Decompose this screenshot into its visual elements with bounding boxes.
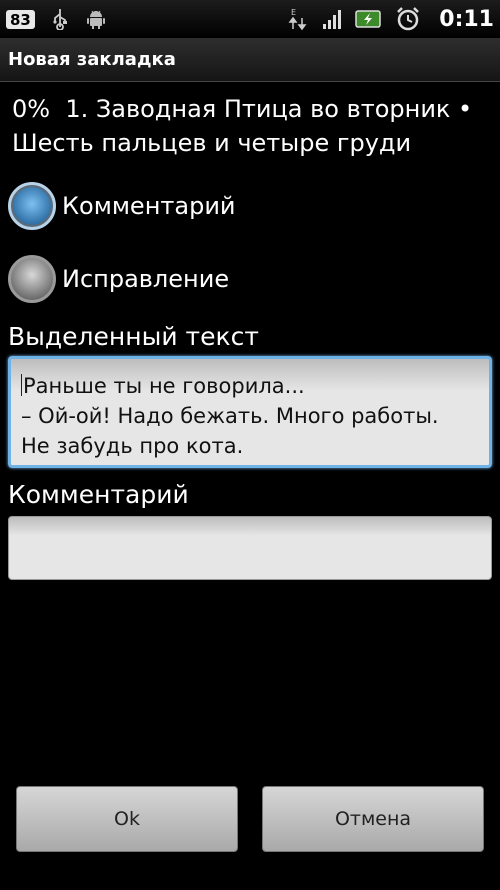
bookmark-header-line-1: 0% 1. Заводная Птица во вторник •: [12, 95, 473, 123]
radio-correction[interactable]: Исправление: [8, 255, 229, 303]
comment-label: Комментарий: [8, 480, 189, 509]
selected-text-line-1: Раньше ты не говорила...: [21, 374, 305, 398]
battery-icon: [355, 8, 383, 30]
android-icon: [85, 8, 107, 30]
radio-correction-label: Исправление: [62, 265, 230, 293]
ok-button[interactable]: Ok: [16, 786, 238, 852]
comment-input[interactable]: [8, 516, 492, 580]
status-clock: 0:11: [439, 6, 494, 32]
notification-count-badge: 83: [6, 9, 35, 29]
selected-text-field[interactable]: Раньше ты не говорила... – Ой-ой! Надо б…: [8, 356, 492, 468]
selected-text-label: Выделенный текст: [8, 322, 259, 351]
text-cursor: [21, 374, 22, 396]
usb-icon: [49, 8, 71, 30]
title-bar: Новая закладка: [0, 38, 500, 82]
cancel-button[interactable]: Отмена: [262, 786, 484, 852]
radio-comment-label: Комментарий: [62, 192, 236, 220]
signal-icon: [321, 8, 343, 30]
radio-comment[interactable]: Комментарий: [8, 182, 236, 230]
svg-text:E: E: [291, 8, 296, 17]
status-bar: 83 E 0:11: [0, 0, 500, 38]
radio-correction-indicator[interactable]: [8, 255, 56, 303]
data-arrows-icon: E: [287, 8, 309, 31]
dialog-title: Новая закладка: [8, 49, 176, 70]
bookmark-header: 0% 1. Заводная Птица во вторник • Шесть …: [12, 92, 492, 160]
selected-text-line-2: – Ой-ой! Надо бежать. Много работы.: [21, 404, 439, 428]
bookmark-header-line-2: Шесть пальцев и четыре груди: [12, 129, 412, 157]
radio-comment-indicator[interactable]: [8, 182, 56, 230]
selected-text-line-3: Не забудь про кота.: [21, 434, 244, 458]
alarm-icon: [395, 7, 421, 31]
